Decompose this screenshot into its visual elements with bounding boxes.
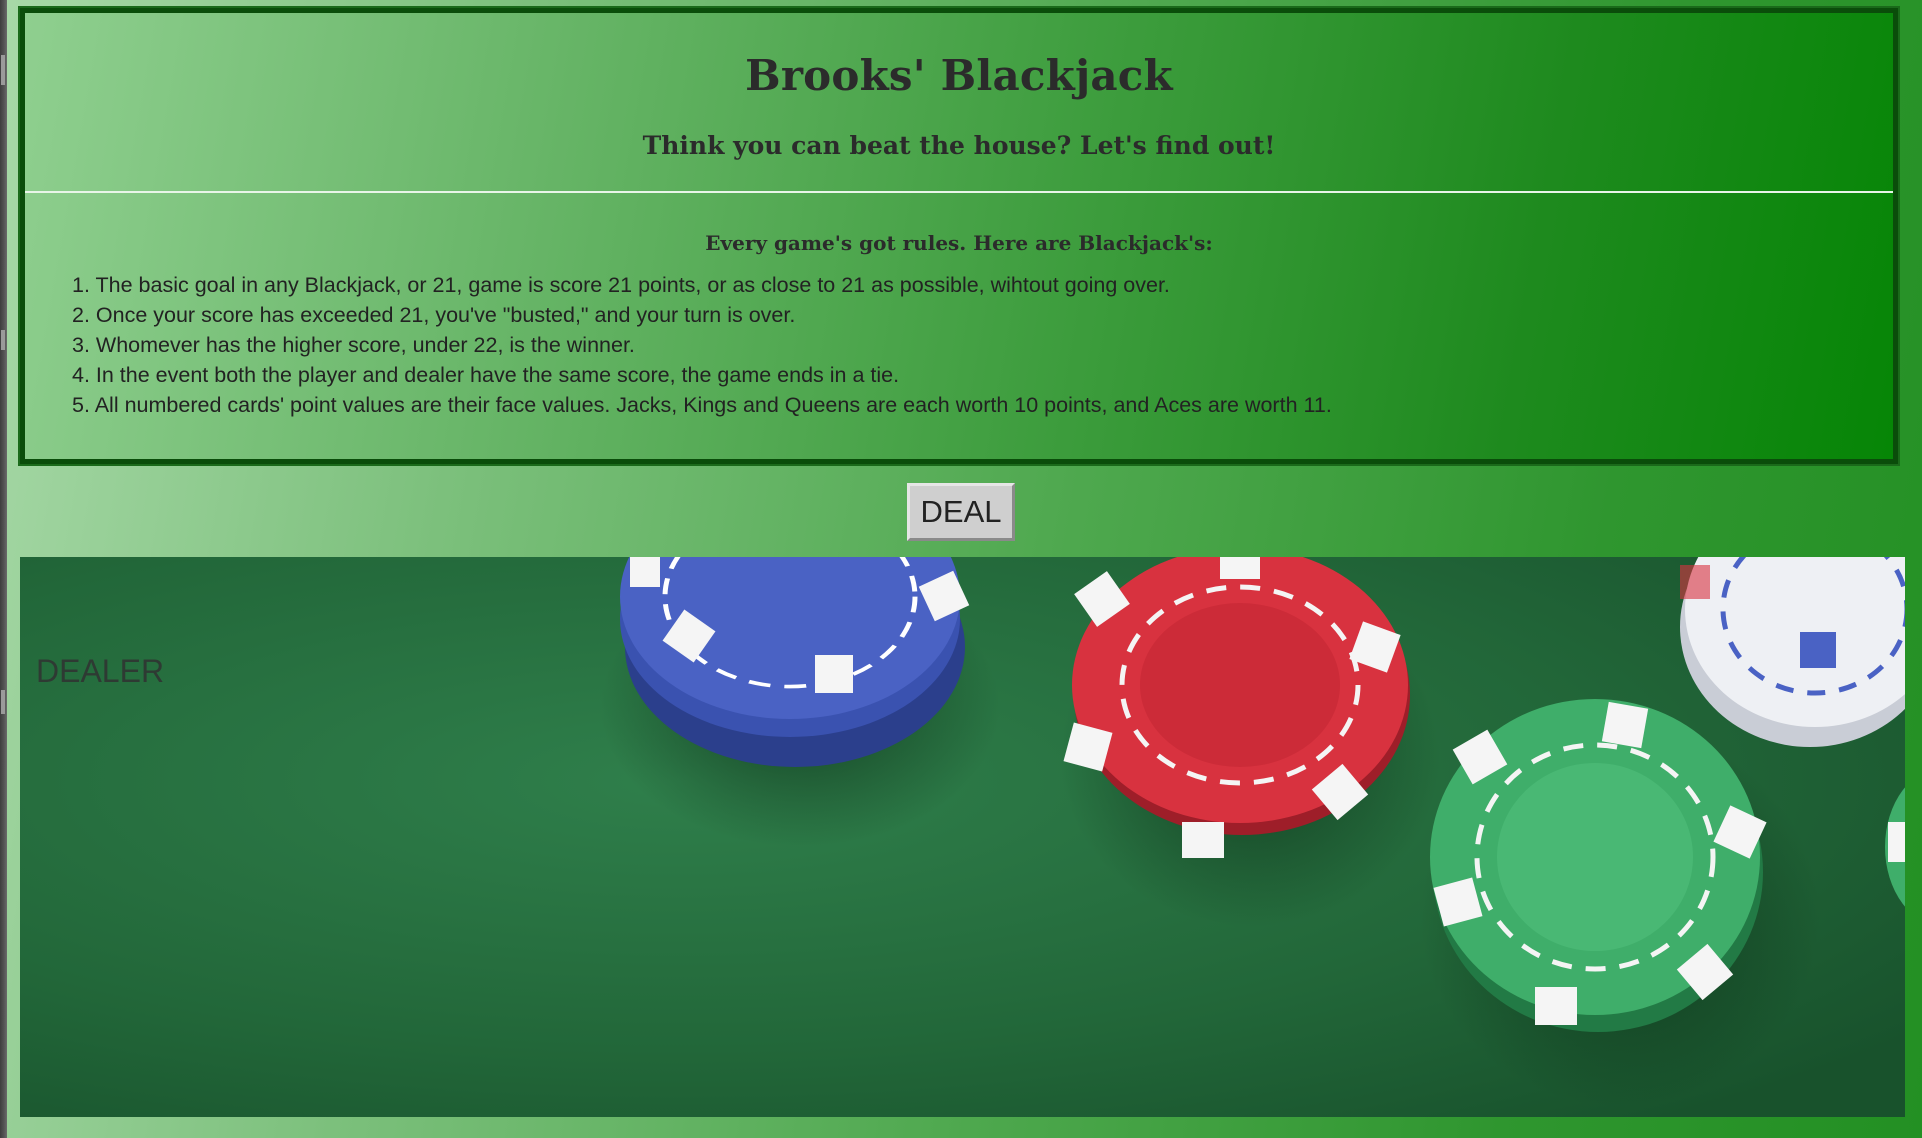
- dealer-label: DEALER: [36, 653, 165, 689]
- rules-list: 1. The basic goal in any Blackjack, or 2…: [72, 270, 1332, 420]
- window-edge-mark: [1, 330, 5, 350]
- window-edge: [0, 0, 7, 1138]
- casino-chips-image: [20, 557, 1905, 1117]
- rule-item: 4. In the event both the player and deal…: [72, 363, 900, 387]
- rule-item: 5. All numbered cards' point values are …: [72, 393, 1332, 417]
- game-table: DEALER: [20, 557, 1905, 1117]
- deal-button[interactable]: DEAL: [907, 483, 1015, 541]
- page-subtitle: Think you can beat the house? Let's find…: [642, 131, 1276, 160]
- rule-item: 1. The basic goal in any Blackjack, or 2…: [72, 273, 1170, 297]
- header-divider: [25, 191, 1893, 193]
- rule-item: 2. Once your score has exceeded 21, you'…: [72, 303, 796, 327]
- rule-item: 3. Whomever has the higher score, under …: [72, 333, 635, 357]
- rules-heading: Every game's got rules. Here are Blackja…: [705, 231, 1213, 255]
- page-title: Brooks' Blackjack: [745, 51, 1173, 100]
- window-edge-mark: [1, 690, 5, 714]
- header-panel: Brooks' Blackjack Think you can beat the…: [18, 6, 1900, 466]
- window-edge-mark: [1, 55, 5, 85]
